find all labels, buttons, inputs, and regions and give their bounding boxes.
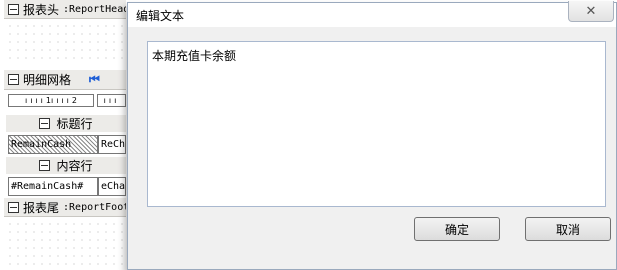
- collapse-icon[interactable]: [39, 160, 51, 171]
- cancel-button[interactable]: 取消: [525, 217, 611, 241]
- collapse-icon[interactable]: [39, 118, 51, 129]
- report-footer-band[interactable]: 报表尾:ReportFoot: [4, 198, 126, 217]
- column-ruler: ıııı 1 ıııı 2 ııı: [8, 94, 126, 109]
- report-footer-label: 报表尾: [23, 200, 60, 215]
- close-icon: ✕: [585, 3, 597, 19]
- title-cell-remaincash[interactable]: RemainCash: [8, 135, 98, 154]
- content-row-label: 内容行: [56, 159, 93, 173]
- edit-text-dialog: 编辑文本 ✕ 本期充值卡余额 确定 取消: [127, 1, 617, 270]
- report-header-band[interactable]: 报表头:ReportHead: [4, 0, 126, 19]
- ruler-segment[interactable]: ııı: [97, 94, 126, 107]
- collapse-icon[interactable]: [8, 3, 19, 15]
- content-cell-next[interactable]: eCha: [98, 177, 126, 196]
- first-record-icon[interactable]: ⏮: [89, 72, 100, 87]
- detail-grid-band[interactable]: 明细网格 ⏮: [4, 70, 126, 90]
- ruler-number-2: 2: [71, 96, 77, 105]
- report-header-tag: :ReportHead: [63, 3, 126, 15]
- detail-grid-label: 明细网格: [23, 73, 72, 87]
- dialog-title: 编辑文本: [136, 8, 185, 23]
- dialog-title-bar[interactable]: 编辑文本: [128, 3, 616, 27]
- report-footer-area[interactable]: [6, 220, 126, 268]
- collapse-icon[interactable]: [8, 74, 19, 85]
- collapse-icon[interactable]: [8, 201, 19, 213]
- report-footer-tag: :ReportFoot: [63, 201, 126, 213]
- title-cell-next[interactable]: ReCh: [98, 135, 126, 154]
- ok-button[interactable]: 确定: [414, 217, 500, 241]
- report-header-area[interactable]: [6, 22, 126, 64]
- title-row-label: 标题行: [56, 117, 93, 131]
- text-editor[interactable]: 本期充值卡余额: [147, 41, 606, 207]
- close-button[interactable]: ✕: [568, 1, 614, 22]
- report-header-label: 报表头: [23, 2, 60, 17]
- ruler-segment[interactable]: ıııı 1 ıııı 2: [8, 94, 94, 107]
- content-row-band[interactable]: 内容行: [6, 157, 126, 174]
- title-row-band[interactable]: 标题行: [6, 115, 126, 132]
- content-cell-remaincash[interactable]: #RemainCash#: [8, 177, 98, 196]
